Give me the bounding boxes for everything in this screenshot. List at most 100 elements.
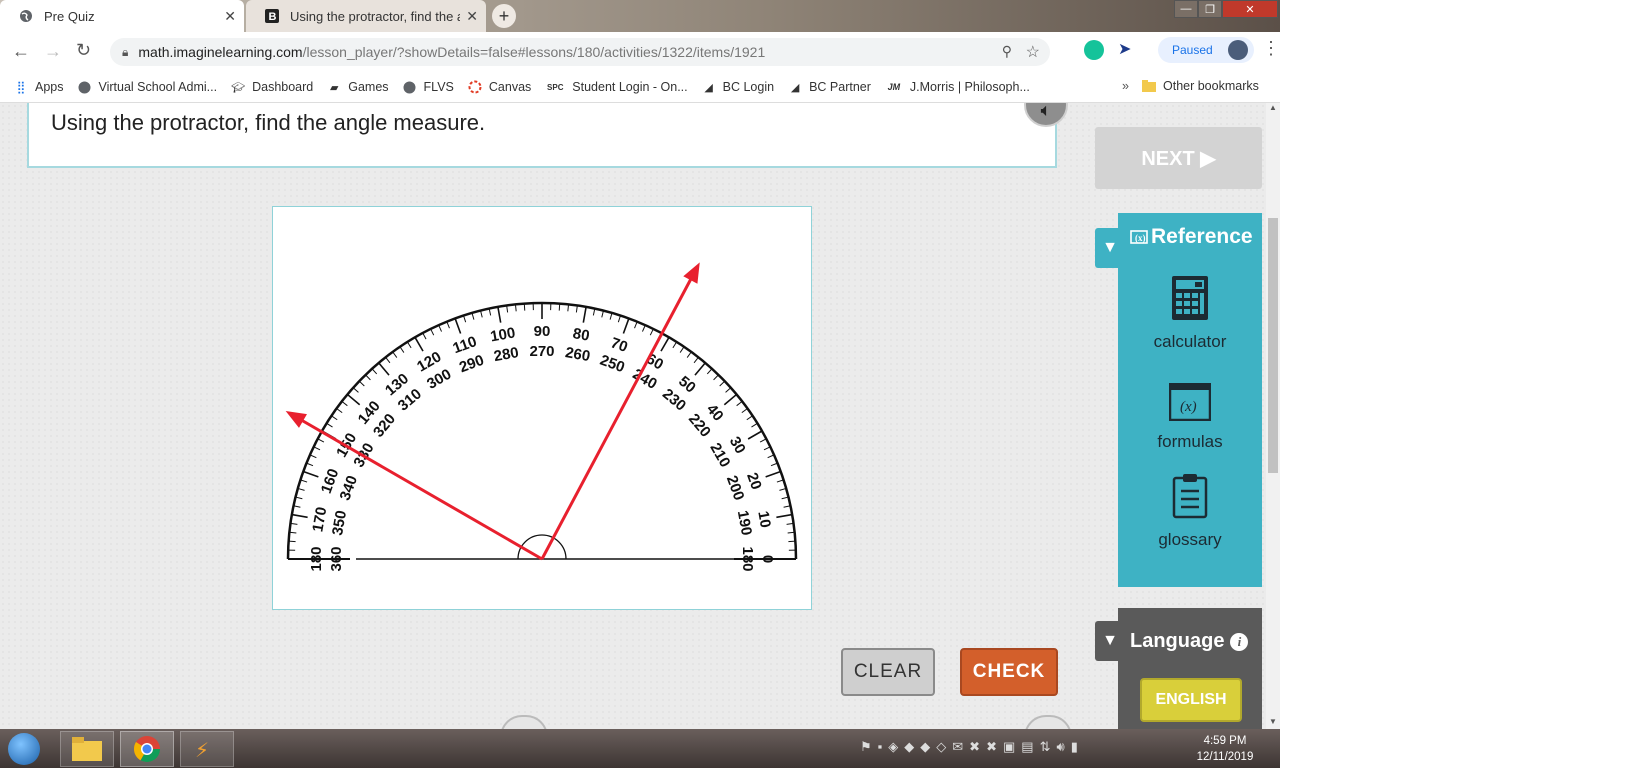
inner-scale-label: 260 [564, 344, 592, 365]
ray-arrowhead [683, 262, 699, 283]
profile-button[interactable]: Paused [1158, 37, 1254, 63]
flag-icon[interactable]: ⚑ [860, 739, 872, 755]
zoom-icon[interactable]: ⚲ [1002, 43, 1012, 60]
reference-header[interactable]: (x) Reference [1130, 225, 1253, 249]
tick-mark [294, 506, 301, 507]
tray-icon[interactable]: ◇ [936, 739, 946, 755]
tray-icon[interactable]: ◆ [904, 739, 914, 755]
menu-kebab-icon[interactable]: ⋮ [1262, 38, 1280, 59]
tray-icon[interactable]: ◈ [888, 739, 898, 755]
chrome-taskbar-icon[interactable] [120, 731, 174, 767]
app-taskbar-icon[interactable]: ⚡︎ [180, 731, 234, 767]
bookmark-other[interactable]: Other bookmarks [1142, 79, 1259, 93]
bookmark-flvs[interactable]: FLVS [403, 80, 454, 94]
back-icon[interactable]: ← [12, 41, 30, 62]
inner-scale-label: 280 [493, 344, 521, 365]
svg-text:(x): (x) [1180, 399, 1197, 415]
inner-scale-label: 180 [739, 546, 756, 571]
tick-mark [498, 307, 501, 323]
tick-mark [784, 506, 791, 507]
tick-mark [768, 455, 774, 458]
grammarly-icon[interactable] [1084, 40, 1104, 60]
address-bar[interactable]: 🔒︎ math.imaginelearning.com /lesson_play… [110, 38, 1050, 66]
new-tab-button[interactable]: + [492, 4, 516, 28]
bookmark-canvas[interactable]: Canvas [468, 80, 531, 94]
outer-scale-label: 80 [571, 325, 590, 345]
language-collapse-toggle[interactable]: ▼ [1095, 621, 1125, 661]
clock[interactable]: 4:59 PM 12/11/2019 [1190, 733, 1260, 765]
info-icon[interactable]: i [1230, 633, 1248, 651]
file-explorer-icon[interactable] [60, 731, 114, 767]
tick-mark [724, 394, 736, 404]
clear-button[interactable]: CLEAR [841, 648, 935, 696]
bookmark-star-icon[interactable]: ☆ [1026, 42, 1040, 62]
scrollbar-thumb[interactable] [1268, 218, 1278, 473]
tick-mark [447, 322, 450, 328]
bookmark-jmorris[interactable]: JM J.Morris | Philosoph... [885, 80, 1030, 94]
tab-protractor[interactable]: B Using the protractor, find the an ✕ [246, 0, 486, 32]
outer-scale-label: 90 [534, 323, 551, 340]
tray-icon[interactable]: ✖ [986, 739, 997, 755]
formulas-tool[interactable]: (x) formulas [1118, 383, 1262, 452]
check-button[interactable]: CHECK [960, 648, 1058, 696]
tick-mark [337, 409, 343, 413]
tick-mark [303, 471, 318, 476]
minimize-icon[interactable]: — [1174, 0, 1198, 18]
bottom-nav-left-icon[interactable] [500, 715, 548, 729]
reference-collapse-toggle[interactable]: ▼ [1095, 228, 1125, 268]
bookmark-label: BC Login [723, 80, 774, 94]
glossary-tool[interactable]: glossary [1118, 473, 1262, 550]
tick-mark [714, 375, 719, 380]
tray-icon[interactable]: ◆ [920, 739, 930, 755]
bookmark-bc-partner[interactable]: ◢ BC Partner [788, 80, 871, 94]
tick-mark [327, 423, 333, 427]
close-window-icon[interactable]: ✕ [1222, 0, 1278, 18]
tick-mark [720, 381, 725, 386]
inner-scale-label: 190 [734, 509, 755, 537]
bookmark-dashboard[interactable]: 🎓︎ Dashboard [231, 80, 313, 94]
network-icon[interactable]: ⇅ [1040, 739, 1051, 755]
start-button-icon[interactable] [8, 733, 40, 765]
bookmark-apps[interactable]: ⣿ Apps [14, 80, 64, 94]
tick-mark [583, 307, 586, 323]
reload-icon[interactable]: ↻ [76, 40, 91, 61]
forward-icon[interactable]: → [44, 41, 62, 62]
tick-mark [771, 463, 777, 466]
bookmark-virtual-school[interactable]: Virtual School Admi... [78, 80, 218, 94]
bottom-nav-right-icon[interactable] [1024, 715, 1072, 729]
tray-icon[interactable]: ✖ [969, 739, 980, 755]
tray-icon[interactable]: ▣ [1003, 739, 1015, 755]
tick-mark [372, 369, 377, 374]
tray-icon[interactable]: ▤ [1021, 739, 1033, 755]
bookmark-games[interactable]: ▰ Games [327, 80, 388, 94]
inner-scale-label: 270 [529, 343, 554, 360]
tick-mark [353, 388, 358, 393]
volume-icon[interactable]: 🔊︎ [1056, 739, 1064, 755]
tray-icon[interactable]: ✉ [952, 739, 963, 755]
glossary-label: glossary [1118, 530, 1262, 550]
restore-icon[interactable]: ❐ [1198, 0, 1222, 18]
scroll-up-icon[interactable]: ▲ [1269, 103, 1277, 112]
bookmarks-overflow-icon[interactable]: » [1122, 79, 1129, 93]
next-button[interactable]: NEXT ▶ [1095, 127, 1262, 189]
tray-icon[interactable]: ▪ [878, 739, 883, 755]
tick-mark [310, 455, 316, 458]
svg-text:(x): (x) [1135, 233, 1146, 243]
tick-mark [400, 347, 404, 353]
tab-pre-quiz[interactable]: Pre Quiz ✕ [0, 0, 244, 32]
tick-mark [635, 322, 638, 328]
send-extension-icon[interactable]: ➤ [1118, 39, 1131, 59]
scroll-down-icon[interactable]: ▼ [1269, 717, 1277, 726]
bookmark-bc-login[interactable]: ◢ BC Login [702, 80, 774, 94]
close-tab-icon[interactable]: ✕ [466, 8, 478, 25]
bookmark-student-login[interactable]: SPC Student Login - On... [545, 80, 687, 94]
lightning-icon: ⚡︎ [195, 738, 219, 763]
english-language-button[interactable]: ENGLISH [1140, 678, 1242, 722]
signal-icon[interactable]: ▮ [1071, 739, 1078, 755]
calculator-tool[interactable]: calculator [1118, 275, 1262, 352]
close-tab-icon[interactable]: ✕ [224, 8, 236, 25]
question-text: Using the protractor, find the angle mea… [51, 110, 485, 136]
outer-scale-label: 100 [489, 324, 517, 345]
bookmark-label: Virtual School Admi... [99, 80, 218, 94]
bookmark-label: FLVS [424, 80, 454, 94]
